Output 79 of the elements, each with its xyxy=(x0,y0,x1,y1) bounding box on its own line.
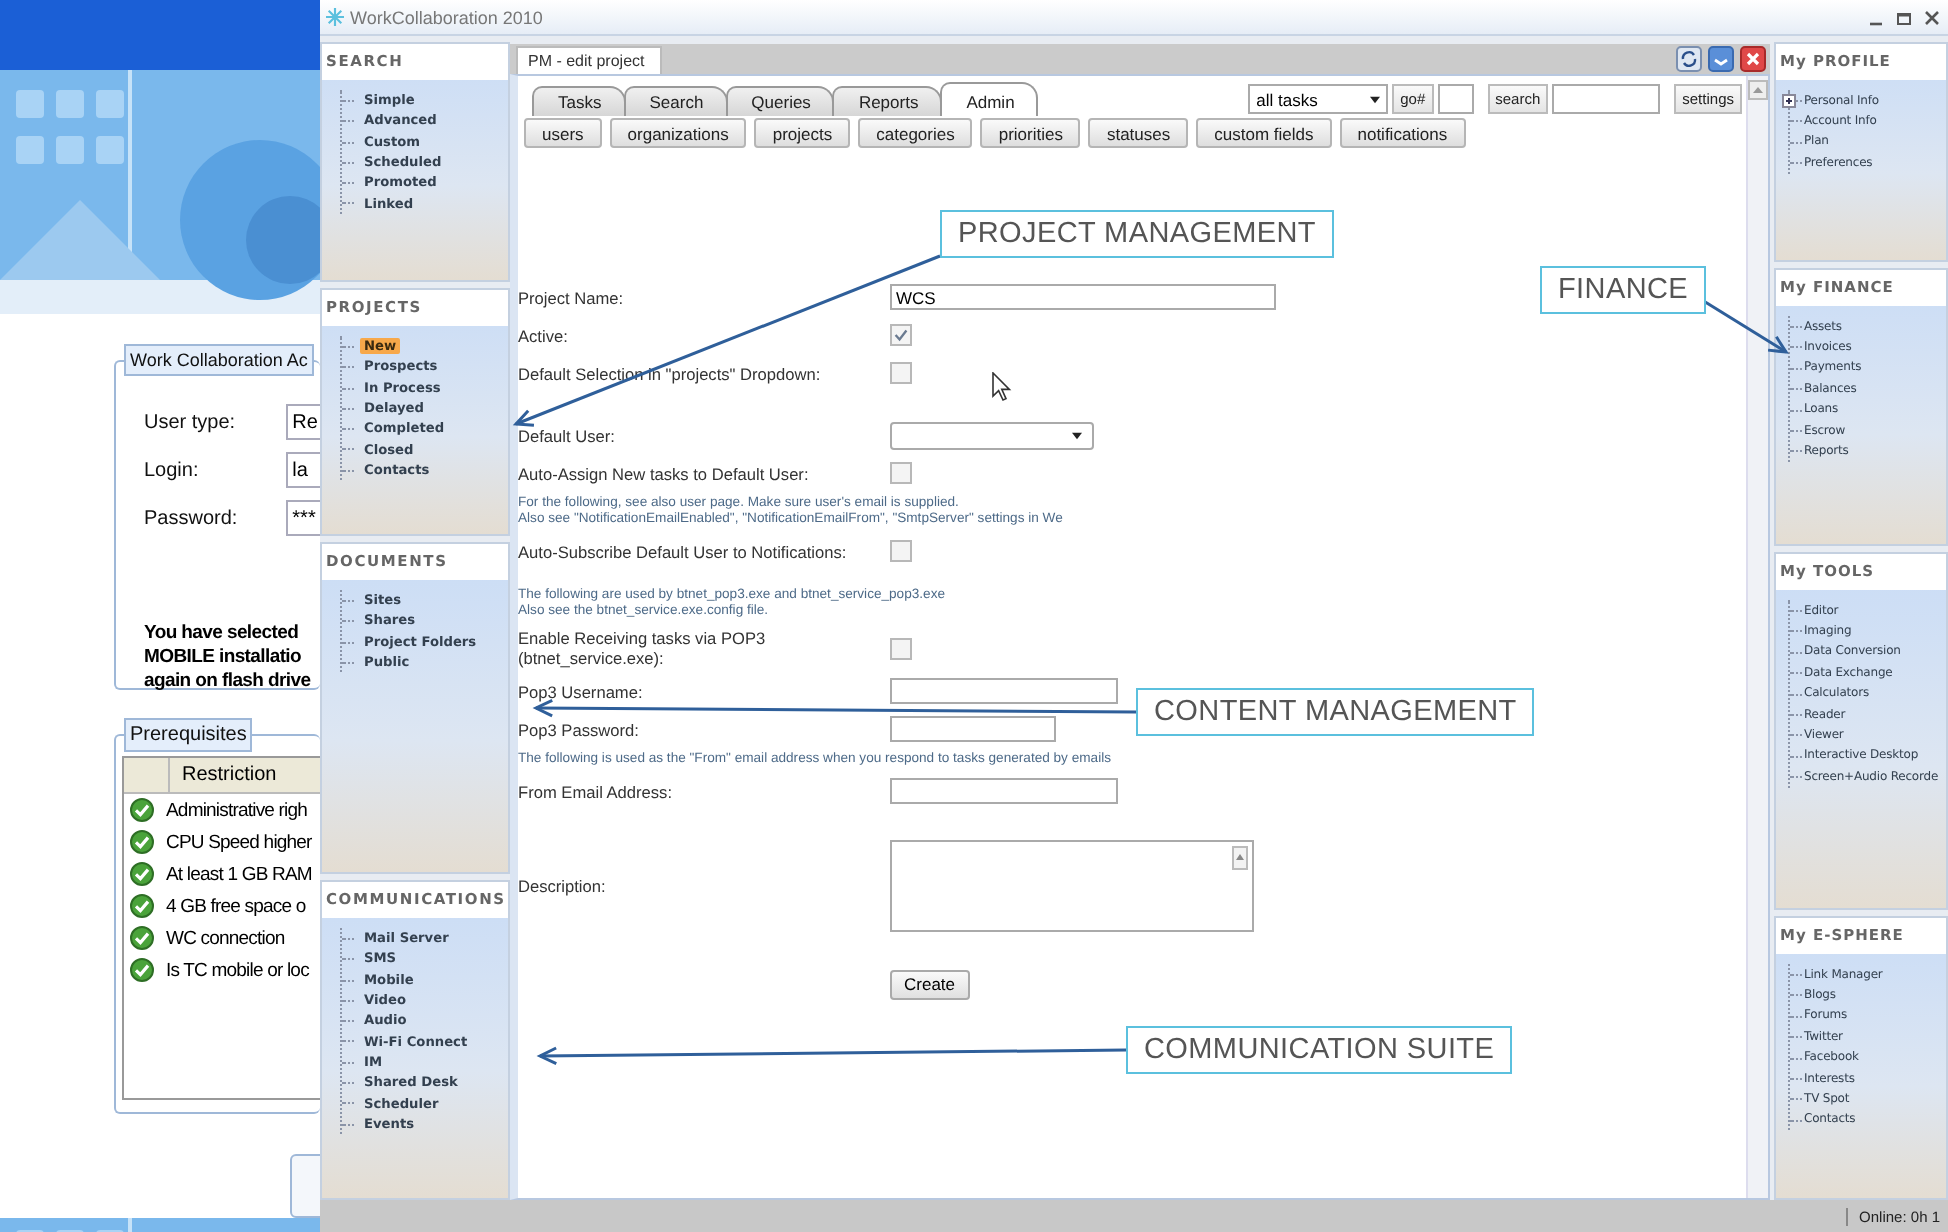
pointer-icon xyxy=(992,372,1012,402)
check-icon xyxy=(130,958,154,982)
minimize-icon[interactable] xyxy=(1708,46,1734,72)
checkbox[interactable] xyxy=(890,324,912,346)
caret-icon xyxy=(1072,431,1082,439)
field-label: Auto-Assign New tasks to Default User: xyxy=(518,463,811,483)
callout-label: COMMUNICATION SUITE xyxy=(1126,1026,1513,1074)
table-cell: CPU Speed higher xyxy=(166,831,312,853)
table-cell: WC connection xyxy=(166,927,285,949)
caret-icon xyxy=(1370,95,1381,103)
table-cell: 4 GB free space o xyxy=(166,895,306,917)
admin-button[interactable]: custom fields xyxy=(1196,118,1332,148)
arrow xyxy=(1701,298,1789,354)
notice-text: again on flash drive xyxy=(144,670,313,694)
input-field[interactable] xyxy=(890,678,1118,704)
maximize-icon[interactable] xyxy=(1896,9,1912,25)
input-field[interactable] xyxy=(890,716,1056,742)
field-label: Active: xyxy=(518,325,570,345)
field-label: Description: xyxy=(518,876,608,896)
field-label: Pop3 Username: xyxy=(518,681,645,701)
field-label: Auto-Subscribe Default User to Notifications: xyxy=(518,541,849,561)
callout-label: PROJECT MANAGEMENT xyxy=(940,210,1334,258)
scroll-up-icon[interactable] xyxy=(1232,846,1248,870)
group-title: Prerequisites xyxy=(124,718,253,752)
table-cell: At least 1 GB RAM xyxy=(166,863,312,885)
tab[interactable]: Queries xyxy=(725,86,835,116)
check-icon xyxy=(130,862,154,886)
field-label: Password: xyxy=(144,507,240,529)
admin-button[interactable]: categories xyxy=(858,118,973,148)
field-label: Login: xyxy=(144,459,201,481)
tab[interactable]: Admin xyxy=(940,82,1039,116)
admin-button[interactable]: projects xyxy=(754,118,851,148)
field-label: Default User: xyxy=(518,425,617,445)
close-icon[interactable] xyxy=(1740,46,1766,72)
dropdown[interactable] xyxy=(890,421,1094,449)
expand-icon[interactable] xyxy=(1782,93,1796,107)
field-label: Enable Receiving tasks via POP3 (btnet_service.exe): xyxy=(518,628,768,668)
admin-button[interactable]: organizations xyxy=(609,118,747,148)
window-title: WorkCollaboration 2010 xyxy=(350,7,543,27)
checkbox[interactable] xyxy=(890,540,912,562)
input-field[interactable]: WCS xyxy=(890,284,1276,310)
input-field[interactable] xyxy=(890,778,1118,804)
notice-text: You have selected xyxy=(144,622,301,646)
tab[interactable]: Tasks xyxy=(532,86,626,116)
check-icon xyxy=(130,894,154,918)
create-button[interactable]: Create xyxy=(890,969,970,999)
table-cell: Administrative righ xyxy=(166,799,308,821)
table-cell: Is TC mobile or loc xyxy=(166,959,309,981)
field-label: From Email Address: xyxy=(518,781,674,801)
scroll-up-icon[interactable] xyxy=(1748,80,1768,100)
refresh-icon[interactable] xyxy=(1676,46,1702,72)
check-icon xyxy=(130,926,154,950)
check-icon xyxy=(130,830,154,854)
tab[interactable]: Search xyxy=(623,86,728,116)
notice-text: MOBILE installatio xyxy=(144,646,304,670)
search-field[interactable] xyxy=(1552,84,1661,114)
checkbox[interactable] xyxy=(890,462,912,484)
text-area[interactable] xyxy=(890,840,1254,932)
column-header: Restriction xyxy=(124,758,320,794)
field-label: User type: xyxy=(144,411,238,433)
admin-button[interactable]: notifications xyxy=(1339,118,1466,148)
panel-tab[interactable]: PM - edit project xyxy=(516,46,663,74)
tab[interactable]: Reports xyxy=(832,86,943,116)
close-icon[interactable] xyxy=(1924,9,1940,25)
checkbox[interactable] xyxy=(890,637,912,659)
input-field[interactable] xyxy=(1437,84,1474,114)
checkbox[interactable] xyxy=(890,362,912,384)
admin-button[interactable]: users xyxy=(524,118,602,148)
callout-label: FINANCE xyxy=(1540,266,1707,314)
snowflake-icon xyxy=(326,8,344,26)
check-icon xyxy=(130,798,154,822)
scrollbar[interactable] xyxy=(1746,76,1768,1198)
callout-label: CONTENT MANAGEMENT xyxy=(1136,688,1535,736)
field-label: Pop3 Password: xyxy=(518,719,641,739)
admin-button[interactable]: priorities xyxy=(980,118,1081,148)
dropdown[interactable]: all tasks xyxy=(1248,84,1389,114)
admin-button[interactable]: statuses xyxy=(1088,118,1189,148)
field-label: Project Name: xyxy=(518,287,626,307)
group-title: Work Collaboration Ac xyxy=(124,344,314,376)
